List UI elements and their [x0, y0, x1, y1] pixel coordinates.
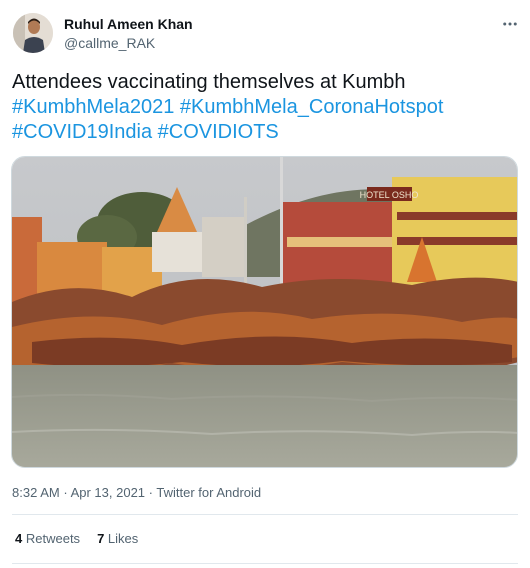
likes-label: Likes [107, 531, 139, 546]
hashtag-link[interactable]: #COVIDIOTS [158, 121, 279, 143]
more-horizontal-icon [503, 22, 517, 26]
tweet-time[interactable]: 8:32 AM [12, 485, 60, 500]
tweet-text: Attendees vaccinating themselves at Kumb… [12, 70, 518, 145]
tweet-card: Ruhul Ameen Khan @callme_RAK Attendees v… [0, 0, 530, 568]
likes-stat[interactable]: 7 Likes [97, 531, 138, 546]
meta-separator: · [148, 485, 153, 500]
meta-separator: · [63, 485, 68, 500]
retweets-count: 4 [15, 531, 23, 546]
tweet-meta: 8:32 AM · Apr 13, 2021 · Twitter for And… [12, 485, 261, 500]
hashtag-link[interactable]: #KumbhMela_CoronaHotspot [180, 96, 444, 118]
divider [12, 514, 518, 515]
tweet-source[interactable]: Twitter for Android [156, 485, 261, 500]
hotel-sign-text: HOTEL OSHO [360, 190, 419, 200]
tweet-stats: 4 Retweets 7 Likes [15, 531, 155, 546]
author-name[interactable]: Ruhul Ameen Khan [64, 16, 193, 32]
divider [12, 563, 518, 564]
author-handle[interactable]: @callme_RAK [64, 35, 155, 51]
hashtag-link[interactable]: #KumbhMela2021 [12, 96, 174, 118]
retweets-stat[interactable]: 4 Retweets [15, 531, 80, 546]
tweet-date[interactable]: Apr 13, 2021 [71, 485, 145, 500]
tweet-photo[interactable]: HOTEL OSHO [11, 156, 518, 468]
likes-count: 7 [97, 531, 105, 546]
hashtag-link[interactable]: #COVID19India [12, 121, 152, 143]
tweet-body: Attendees vaccinating themselves at Kumb… [12, 71, 406, 93]
more-button[interactable] [498, 12, 522, 36]
avatar[interactable] [13, 13, 53, 53]
retweets-label: Retweets [25, 531, 81, 546]
